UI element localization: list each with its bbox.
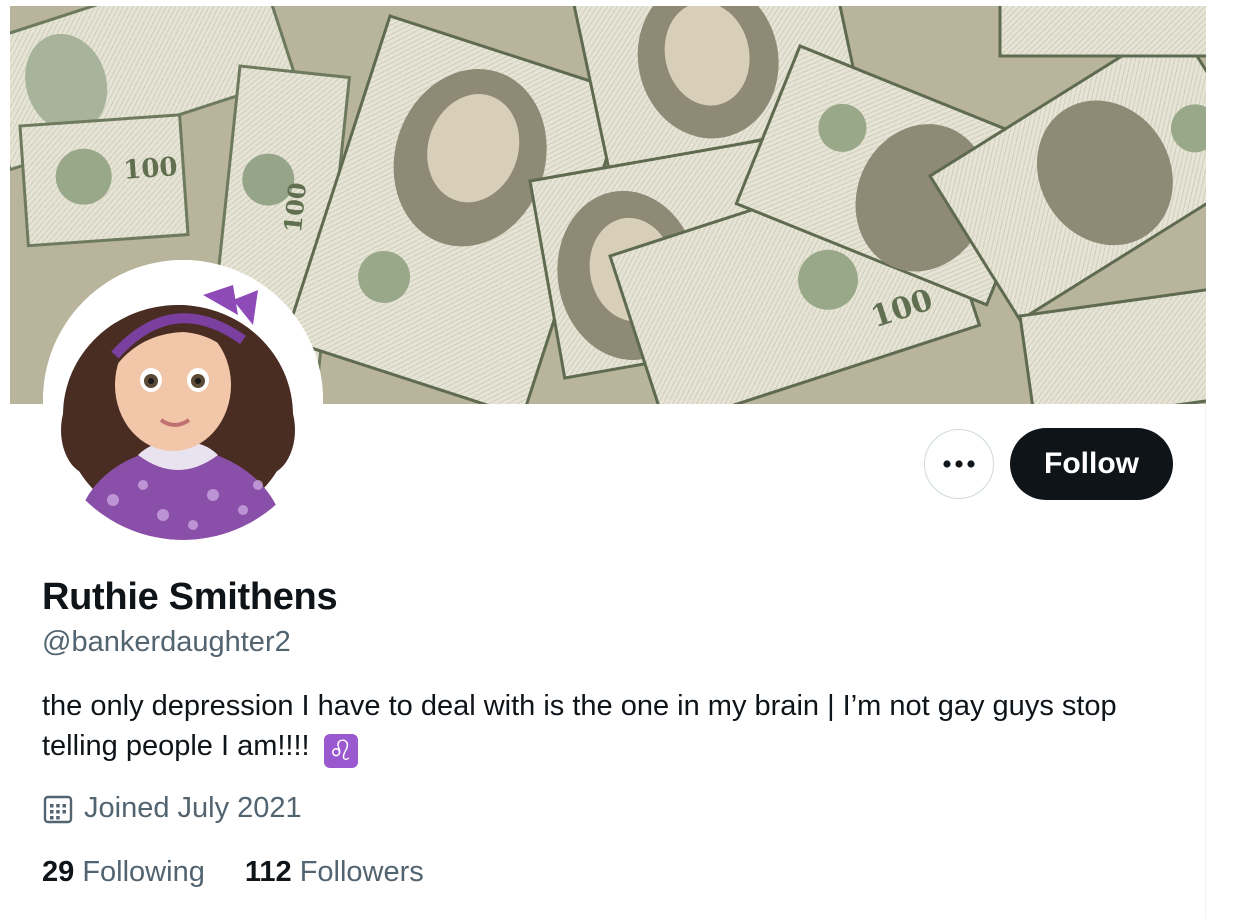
profile-stats: 29 Following 112 Followers [42,856,424,889]
calendar-icon [43,795,73,823]
bio-text: the only depression I have to deal with … [42,690,1117,762]
leo-zodiac-icon: ♌ [323,734,358,768]
more-dots-icon [943,460,975,468]
joined-text: Joined July 2021 [84,792,302,824]
profile-display-name: Ruthie Smithens [42,576,338,618]
following-label: Following [82,856,205,888]
profile-joined-date: Joined July 2021 [42,792,302,825]
profile-handle: @bankerdaughter2 [42,626,291,658]
followers-label: Followers [299,856,424,888]
avatar-image [43,260,323,540]
svg-text:100: 100 [278,181,312,234]
more-options-button[interactable] [924,429,995,499]
profile-actions: Follow [924,428,1173,500]
following-link[interactable]: 29 Following [42,856,205,889]
followers-count: 112 [244,856,292,888]
doll-avatar-icon [43,260,323,540]
profile-bio: the only depression I have to deal with … [42,686,1182,768]
follow-button[interactable]: Follow [1010,428,1173,500]
svg-text:100: 100 [122,152,178,186]
following-count: 29 [42,856,75,888]
profile-avatar[interactable] [43,260,323,540]
profile-card: 100 100 100 Follow Ruthie Smithens @bank… [10,6,1206,918]
followers-link[interactable]: 112 Followers [245,856,424,889]
